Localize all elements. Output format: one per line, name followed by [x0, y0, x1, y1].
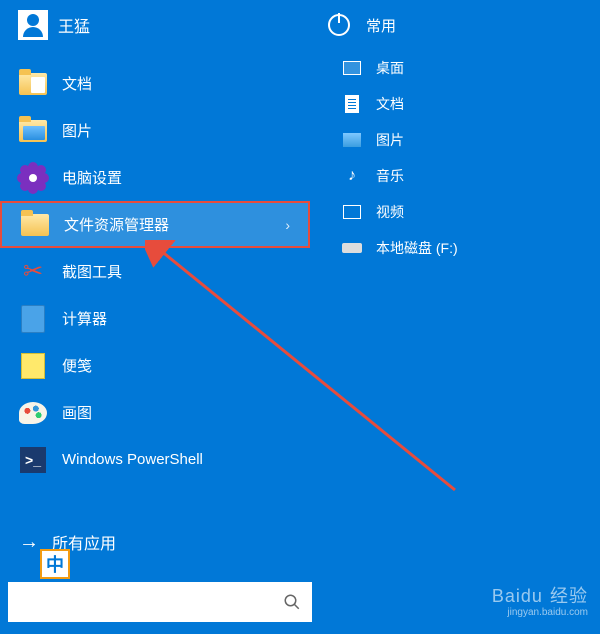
menu-label: 截图工具 — [62, 261, 122, 282]
ime-indicator-badge[interactable]: 中 — [40, 549, 70, 579]
documents-folder-icon — [18, 69, 48, 99]
place-label: 音乐 — [376, 166, 404, 186]
picture-icon — [342, 131, 362, 149]
menu-label: 文档 — [62, 73, 92, 94]
menu-item-pictures[interactable]: 图片 — [0, 107, 310, 154]
paint-icon — [18, 398, 48, 428]
user-account-row[interactable]: 王猛 — [0, 0, 310, 50]
menu-item-documents[interactable]: 文档 — [0, 60, 310, 107]
place-pictures[interactable]: 图片 — [310, 122, 600, 158]
place-desktop[interactable]: 桌面 — [310, 50, 600, 86]
search-icon[interactable] — [272, 582, 312, 622]
menu-item-snipping-tool[interactable]: ✂ 截图工具 — [0, 248, 310, 295]
arrow-right-icon: → — [18, 531, 40, 553]
power-icon[interactable] — [328, 14, 350, 36]
disk-icon — [342, 239, 362, 257]
watermark-suffix: 经验 — [550, 586, 588, 606]
common-header-row: 常用 — [310, 0, 600, 50]
common-places-list: 桌面 文档 图片 ♪ 音乐 视频 本地磁盘 (F:) — [310, 50, 600, 266]
menu-item-pc-settings[interactable]: 电脑设置 — [0, 154, 310, 201]
watermark-url: jingyan.baidu.com — [492, 607, 588, 618]
menu-label: 电脑设置 — [62, 167, 122, 188]
music-icon: ♪ — [342, 167, 362, 185]
menu-label: Windows PowerShell — [62, 451, 203, 468]
menu-label: 计算器 — [62, 308, 107, 329]
place-label: 桌面 — [376, 58, 404, 78]
menu-label: 便笺 — [62, 355, 92, 376]
place-music[interactable]: ♪ 音乐 — [310, 158, 600, 194]
menu-item-file-explorer[interactable]: 文件资源管理器 › — [0, 201, 310, 248]
start-menu-left-panel: 王猛 文档 图片 电脑设置 文件资源管理器 › ✂ 截图工具 计算器 — [0, 0, 310, 634]
file-explorer-icon — [20, 210, 50, 240]
place-documents[interactable]: 文档 — [310, 86, 600, 122]
start-menu-right-panel: 常用 桌面 文档 图片 ♪ 音乐 视频 本地磁盘 (F:) — [310, 0, 600, 266]
menu-item-paint[interactable]: 画图 — [0, 389, 310, 436]
place-videos[interactable]: 视频 — [310, 194, 600, 230]
menu-label: 图片 — [62, 120, 92, 141]
place-label: 视频 — [376, 202, 404, 222]
watermark-brand: Baidu — [492, 586, 543, 606]
search-input[interactable] — [8, 582, 272, 622]
powershell-icon: >_ — [18, 445, 48, 475]
menu-label: 画图 — [62, 402, 92, 423]
menu-item-calculator[interactable]: 计算器 — [0, 295, 310, 342]
user-avatar-icon — [18, 10, 48, 40]
place-label: 图片 — [376, 130, 404, 150]
settings-gear-icon — [18, 163, 48, 193]
place-label: 本地磁盘 (F:) — [376, 238, 458, 258]
menu-label: 文件资源管理器 — [64, 214, 169, 235]
sticky-notes-icon — [18, 351, 48, 381]
place-label: 文档 — [376, 94, 404, 114]
snipping-tool-icon: ✂ — [18, 257, 48, 287]
chevron-right-icon: › — [285, 217, 290, 233]
search-bar[interactable] — [8, 582, 312, 622]
common-section-label: 常用 — [366, 15, 396, 36]
menu-item-sticky-notes[interactable]: 便笺 — [0, 342, 310, 389]
watermark: Baidu 经验 jingyan.baidu.com — [492, 583, 588, 618]
username-label: 王猛 — [58, 13, 90, 37]
calculator-icon — [18, 304, 48, 334]
place-local-disk-f[interactable]: 本地磁盘 (F:) — [310, 230, 600, 266]
menu-item-powershell[interactable]: >_ Windows PowerShell — [0, 436, 310, 483]
video-icon — [342, 203, 362, 221]
pinned-apps-list: 文档 图片 电脑设置 文件资源管理器 › ✂ 截图工具 计算器 便笺 — [0, 60, 310, 483]
desktop-icon — [342, 59, 362, 77]
document-icon — [342, 95, 362, 113]
pictures-folder-icon — [18, 116, 48, 146]
